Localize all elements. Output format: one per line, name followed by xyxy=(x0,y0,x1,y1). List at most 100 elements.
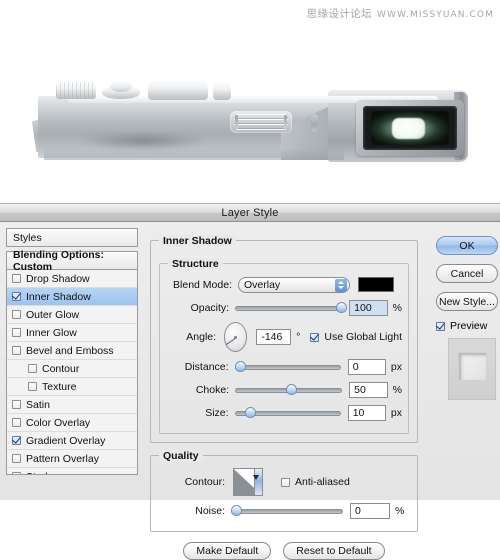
camera-lens-glow xyxy=(392,118,425,139)
effect-row[interactable]: Gradient Overlay xyxy=(7,432,137,450)
effect-checkbox[interactable] xyxy=(12,454,21,463)
effect-checkbox[interactable] xyxy=(12,274,21,283)
effect-row[interactable]: Inner Glow xyxy=(7,324,137,342)
angle-dial-center xyxy=(234,335,238,339)
effect-checkbox[interactable] xyxy=(12,472,21,474)
camera-grille-notch-left xyxy=(235,115,238,129)
opacity-slider-knob[interactable] xyxy=(336,301,348,313)
opacity-row: Opacity: 100 % xyxy=(166,297,402,318)
effect-checkbox[interactable] xyxy=(12,400,21,409)
ok-button[interactable]: OK xyxy=(436,236,498,255)
effect-row[interactable]: Contour xyxy=(7,360,137,378)
effects-list[interactable]: Drop Shadow Inner Shadow Outer Glow Inner G… xyxy=(6,270,138,475)
distance-input[interactable]: 0 xyxy=(347,358,386,375)
preview-label: Preview xyxy=(450,320,488,332)
effect-checkbox[interactable] xyxy=(12,346,21,355)
new-style-button[interactable]: New Style... xyxy=(436,292,498,311)
use-global-light-row[interactable]: Use Global Light xyxy=(310,331,402,343)
inner-shadow-group: Inner Shadow Structure Blend Mode: Overl… xyxy=(150,235,418,443)
angle-dial[interactable] xyxy=(224,322,248,352)
effect-row[interactable]: Drop Shadow xyxy=(7,270,137,288)
contour-row: Contour: Anti-aliased xyxy=(159,466,409,498)
choke-slider-knob[interactable] xyxy=(286,383,298,395)
anti-aliased-row[interactable]: Anti-aliased xyxy=(281,476,350,488)
effect-checkbox[interactable] xyxy=(12,292,21,301)
choke-input[interactable]: 50 xyxy=(349,381,388,398)
angle-input[interactable]: -146 xyxy=(256,329,292,345)
effect-label: Texture xyxy=(42,380,77,393)
camera-grille-notch-right xyxy=(284,115,287,129)
make-default-button[interactable]: Make Default xyxy=(183,542,272,560)
size-unit: px xyxy=(390,406,402,419)
effect-checkbox[interactable] xyxy=(12,310,21,319)
stepper-arrows-icon[interactable] xyxy=(335,278,347,292)
size-row: Size: 10 px xyxy=(166,402,402,423)
styles-column: Styles Blending Options: Custom Drop Sha… xyxy=(6,228,138,500)
noise-input[interactable]: 0 xyxy=(350,502,390,519)
quality-group-label: Quality xyxy=(159,450,203,462)
preview-checkbox[interactable] xyxy=(436,321,445,331)
opacity-label: Opacity: xyxy=(190,301,230,314)
effect-row[interactable]: Color Overlay xyxy=(7,414,137,432)
effect-label: Contour xyxy=(42,362,80,375)
effect-row[interactable]: Pattern Overlay xyxy=(7,450,137,468)
noise-slider[interactable] xyxy=(231,504,343,518)
size-slider-knob[interactable] xyxy=(244,406,256,418)
distance-slider-knob[interactable] xyxy=(234,360,246,372)
cancel-button[interactable]: Cancel xyxy=(436,264,498,283)
dialog-titlebar[interactable]: Layer Style xyxy=(0,203,500,222)
distance-unit: px xyxy=(390,360,402,373)
opacity-input[interactable]: 100 xyxy=(349,299,388,316)
size-label: Size: xyxy=(205,406,229,419)
effect-row[interactable]: Stroke xyxy=(7,468,137,474)
opacity-slider[interactable] xyxy=(235,301,348,315)
distance-label: Distance: xyxy=(184,360,229,373)
structure-group: Structure Blend Mode: Overlay Opacity: 1… xyxy=(159,258,409,434)
distance-slider[interactable] xyxy=(234,360,341,374)
distance-value: 0 xyxy=(352,360,359,373)
effect-row[interactable]: Inner Shadow xyxy=(7,288,137,306)
angle-unit: ° xyxy=(296,331,301,343)
default-buttons-row: Make Default Reset to Default xyxy=(150,542,418,560)
anti-aliased-checkbox[interactable] xyxy=(281,477,290,487)
styles-header[interactable]: Styles xyxy=(6,228,138,247)
blending-options-row[interactable]: Blending Options: Custom xyxy=(6,249,138,273)
camera-small-button xyxy=(213,82,231,100)
noise-slider-track xyxy=(231,508,343,514)
distance-row: Distance: 0 px xyxy=(166,356,402,377)
preview-row[interactable]: Preview xyxy=(436,320,498,332)
chevron-down-icon[interactable] xyxy=(253,475,259,480)
choke-slider[interactable] xyxy=(235,383,343,397)
layer-style-dialog: Layer Style Styles Blending Options: Cus… xyxy=(0,203,500,560)
effect-checkbox[interactable] xyxy=(28,364,37,373)
choke-unit: % xyxy=(392,383,402,396)
angle-label: Angle: xyxy=(186,331,217,343)
effect-label: Color Overlay xyxy=(26,416,91,429)
shadow-color-swatch[interactable] xyxy=(358,277,394,292)
size-input[interactable]: 10 xyxy=(347,404,386,421)
angle-row: Angle: -146 ° Use Global Light xyxy=(166,320,402,354)
size-slider[interactable] xyxy=(234,406,341,420)
effect-row[interactable]: Outer Glow xyxy=(7,306,137,324)
use-global-light-checkbox[interactable] xyxy=(310,332,320,342)
noise-slider-knob[interactable] xyxy=(231,504,242,516)
effect-checkbox[interactable] xyxy=(28,382,37,391)
effect-row[interactable]: Satin xyxy=(7,396,137,414)
distance-slider-track xyxy=(234,364,341,370)
effect-checkbox[interactable] xyxy=(12,436,21,445)
blend-mode-select[interactable]: Overlay xyxy=(238,276,350,293)
structure-group-label: Structure xyxy=(168,258,223,270)
contour-label: Contour: xyxy=(184,476,225,488)
watermark-brand: 思缘设计论坛 xyxy=(306,8,373,20)
effect-row[interactable]: Bevel and Emboss xyxy=(7,342,137,360)
effect-label: Outer Glow xyxy=(26,308,80,321)
effect-label: Drop Shadow xyxy=(26,272,90,285)
blend-mode-label: Blend Mode: xyxy=(173,278,232,291)
contour-preset-swatch[interactable] xyxy=(233,468,263,496)
effect-checkbox[interactable] xyxy=(12,328,21,337)
effect-row[interactable]: Texture xyxy=(7,378,137,396)
effect-checkbox[interactable] xyxy=(12,418,21,427)
contour-dropdown-strip[interactable] xyxy=(254,469,262,495)
reset-to-default-button[interactable]: Reset to Default xyxy=(283,542,385,560)
noise-unit: % xyxy=(395,504,405,517)
